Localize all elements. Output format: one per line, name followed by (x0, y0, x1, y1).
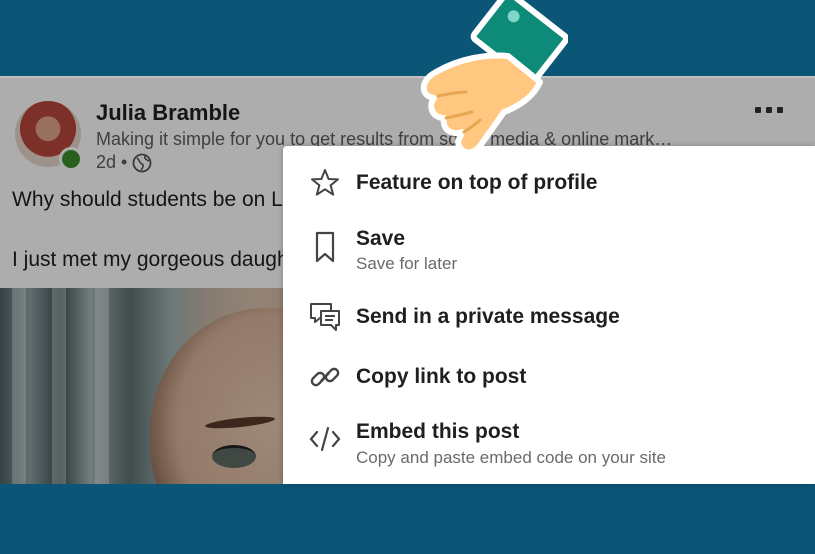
menu-item-embed[interactable]: Embed this post Copy and paste embed cod… (283, 416, 815, 472)
menu-item-copy-link[interactable]: Copy link to post (283, 358, 815, 398)
menu-item-label: Save (356, 227, 406, 250)
menu-item-feature[interactable]: Feature on top of profile (283, 164, 815, 204)
code-icon (309, 426, 341, 452)
menu-item-send-message[interactable]: Send in a private message (283, 298, 815, 338)
menu-item-label: Embed this post (356, 420, 520, 443)
bottom-band (0, 484, 815, 554)
menu-item-label: Send in a private message (356, 305, 620, 328)
menu-item-label: Feature on top of profile (356, 171, 598, 194)
bookmark-icon (315, 231, 335, 263)
post-options-menu: Feature on top of profile Save Save for … (283, 146, 815, 484)
menu-item-sublabel: Save for later (356, 254, 458, 273)
menu-item-label: Copy link to post (356, 365, 527, 388)
menu-item-sublabel: Copy and paste embed code on your site (356, 448, 666, 467)
message-icon (310, 303, 340, 331)
pointing-hand-icon (420, 0, 568, 156)
star-icon (311, 169, 339, 196)
link-icon (310, 367, 340, 387)
menu-item-save[interactable]: Save Save for later (283, 224, 815, 278)
